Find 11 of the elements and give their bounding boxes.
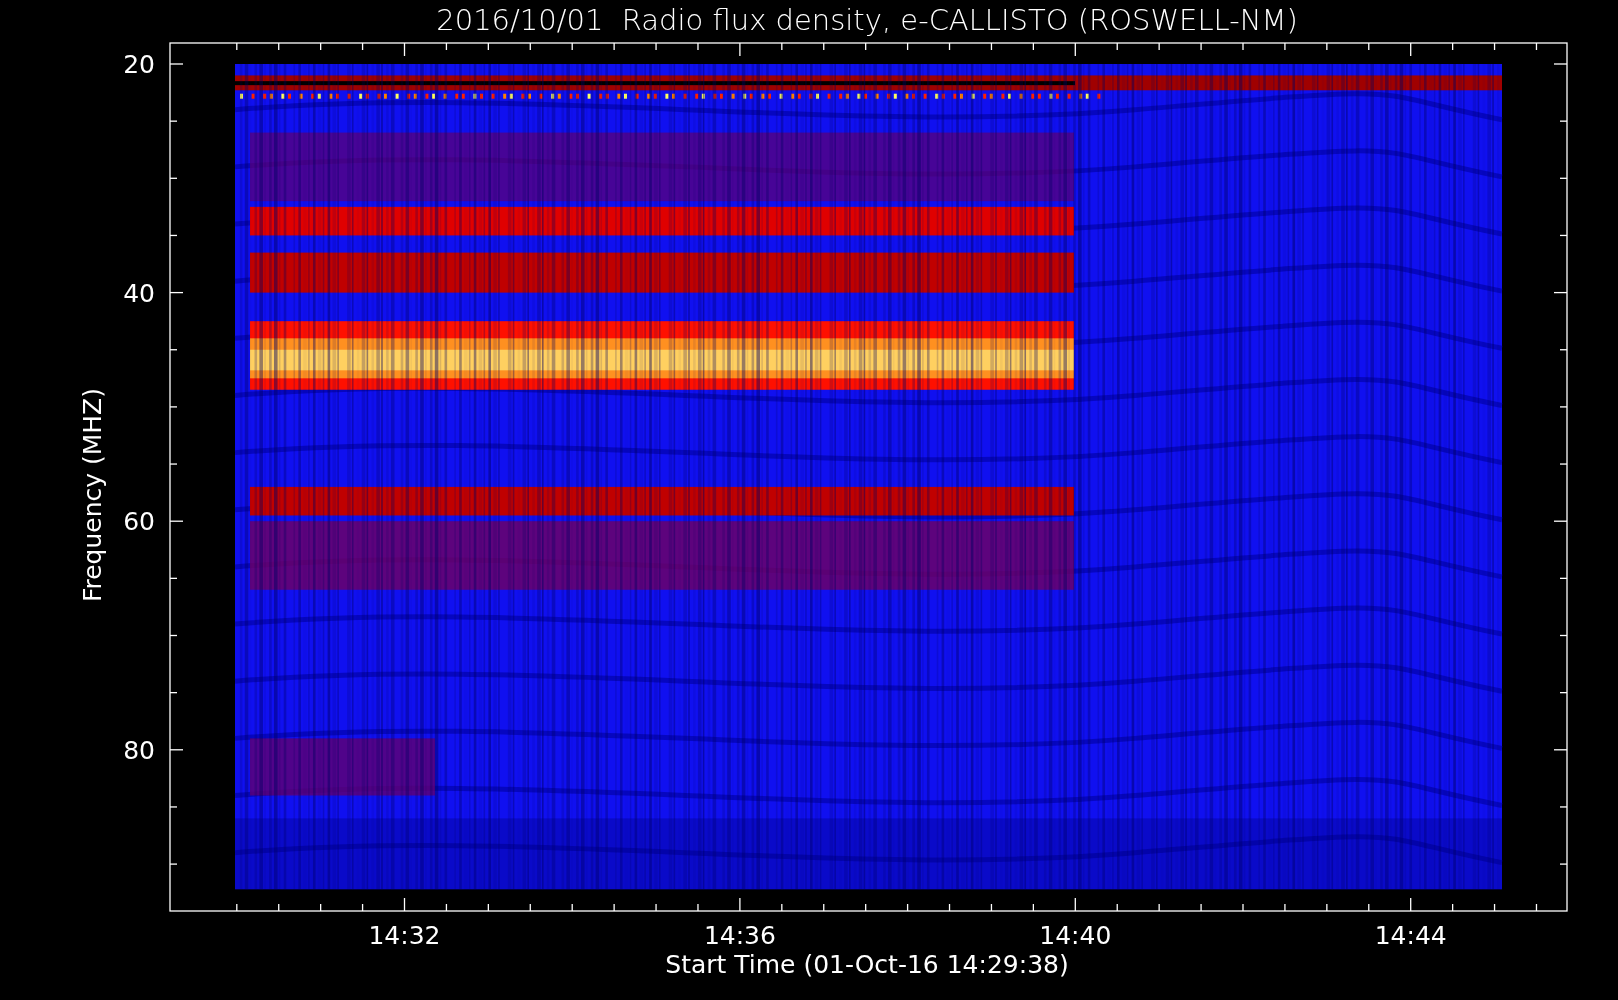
x-tick-label: 14:40 (1039, 921, 1112, 950)
x-axis-label: Start Time (01-Oct-16 14:29:38) (665, 950, 1069, 979)
x-tick-label: 14:32 (368, 921, 441, 950)
chart-title: 2016/10/01 Radio flux density, e-CALLISTO (ROSWELL-NM) (436, 3, 1298, 37)
y-tick-label: 60 (123, 507, 155, 537)
y-tick-label: 20 (123, 50, 155, 79)
x-tick-label: 14:44 (1374, 921, 1447, 950)
x-tick-label: 14:36 (703, 921, 776, 950)
y-tick-label: 80 (123, 735, 155, 765)
y-tick-label: 40 (123, 278, 155, 308)
y-axis-label: Frequency (MHZ) (78, 387, 107, 603)
